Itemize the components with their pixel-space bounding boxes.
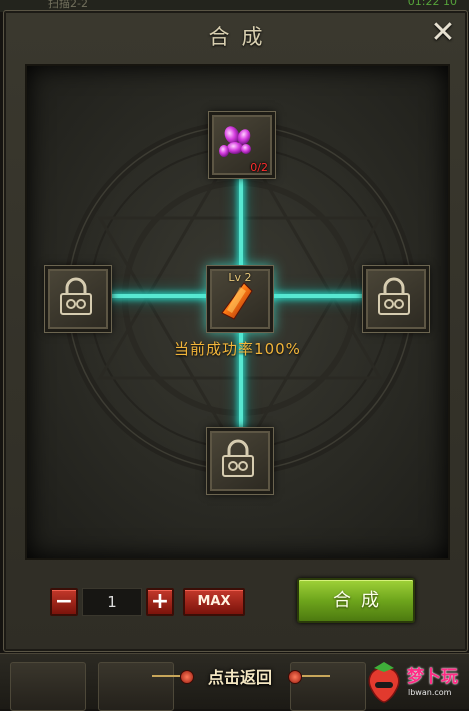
material-slot-bottom-locked[interactable]: [207, 428, 273, 494]
increase-button[interactable]: +: [146, 588, 174, 616]
quantity-input[interactable]: 1: [82, 588, 142, 616]
material-slot-top[interactable]: 0/2: [209, 112, 275, 178]
lock-icon: [378, 277, 410, 315]
bottom-emblem-slot: [10, 662, 86, 711]
material-slot-left-locked[interactable]: [45, 266, 111, 332]
top-strip-right-text: 01:22 10: [407, 0, 457, 8]
return-label: 点击返回: [207, 668, 272, 687]
item-level: Lv 2: [228, 271, 252, 284]
decrease-button[interactable]: −: [50, 588, 78, 616]
material-slot-right-locked[interactable]: [363, 266, 429, 332]
site-watermark: 梦卜玩 lbwan.com: [362, 658, 466, 706]
success-rate-text: 当前成功率100%: [174, 340, 301, 358]
result-slot-center[interactable]: Lv 2: [207, 266, 273, 332]
max-button[interactable]: MAX: [183, 588, 245, 616]
return-button[interactable]: 点击返回: [150, 660, 330, 692]
dialog-title: 合成: [208, 25, 275, 49]
lock-icon: [222, 439, 254, 477]
compose-button[interactable]: 合成: [297, 578, 415, 623]
lock-icon: [60, 277, 92, 315]
watermark-url: lbwan.com: [408, 688, 452, 697]
watermark-text: 梦卜玩: [407, 667, 458, 687]
synthesis-stage: 0/2 Lv 2 当前成功率100%: [25, 64, 450, 560]
material-count: 0/2: [250, 161, 268, 174]
close-icon[interactable]: ✕: [429, 18, 457, 48]
synthesis-dialog: 合成 ✕ 0/2 Lv 2 当前成功率100%: [3, 10, 468, 652]
strawberry-logo-icon: [368, 662, 400, 703]
